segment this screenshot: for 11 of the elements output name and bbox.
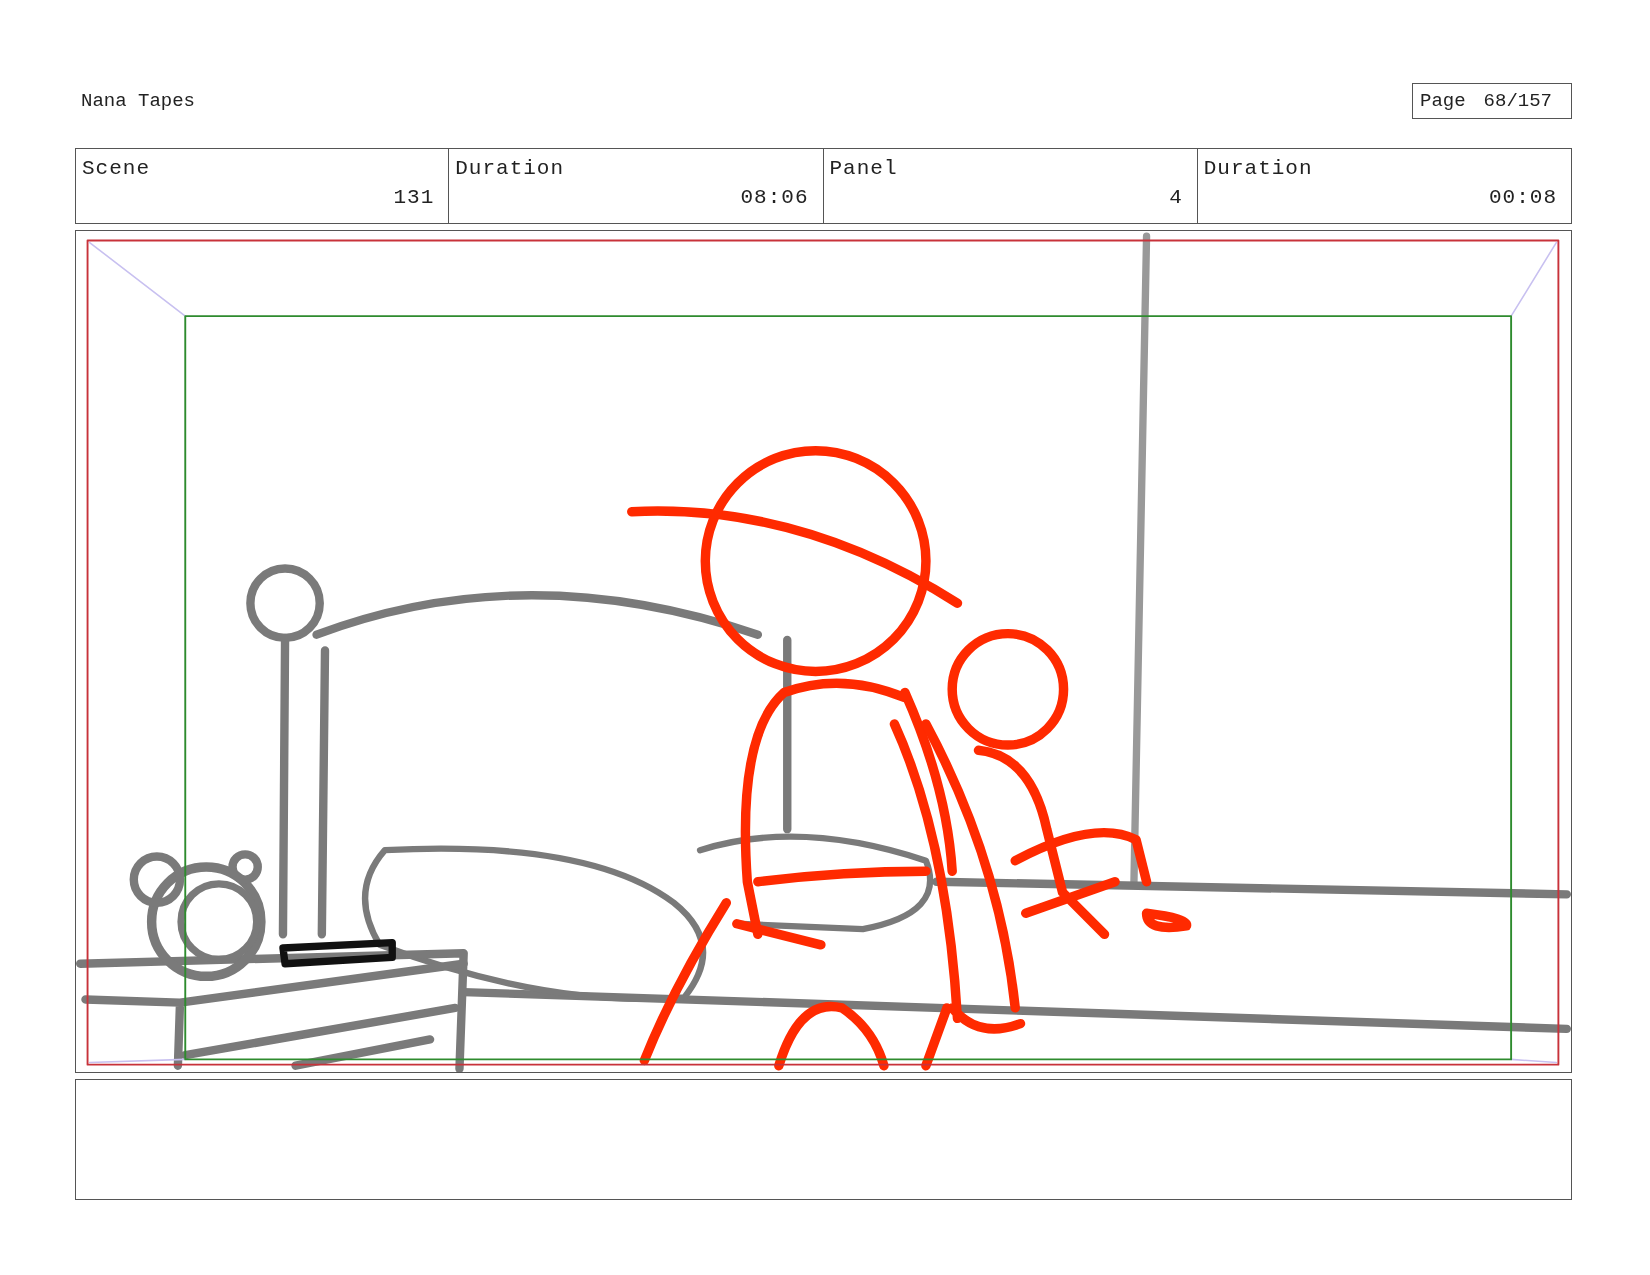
header-value: 08:06 — [740, 186, 809, 209]
header-label: Duration — [455, 157, 566, 180]
header-label: Duration — [1203, 157, 1314, 180]
header-value: 00:08 — [1489, 186, 1557, 209]
page-number: 68/157 — [1483, 90, 1553, 112]
header-value: 4 — [1169, 186, 1183, 209]
page-label: Page — [1420, 90, 1466, 112]
document-title: Nana Tapes — [81, 90, 196, 112]
header-label: Panel — [829, 157, 899, 180]
header-value: 131 — [393, 186, 435, 209]
header-label: Scene — [82, 157, 151, 180]
